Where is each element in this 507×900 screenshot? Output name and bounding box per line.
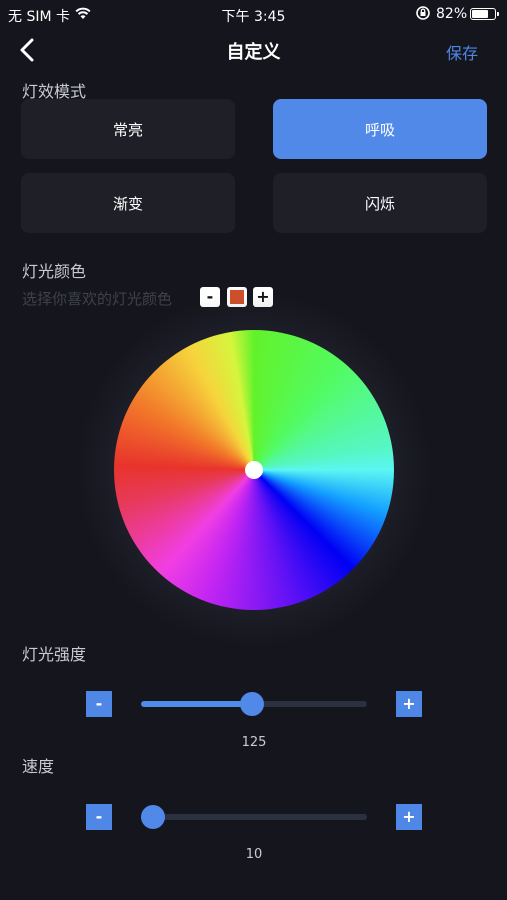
mode-solid-button[interactable]: 常亮 xyxy=(21,99,235,159)
brightness-value: 125 xyxy=(241,735,267,750)
speed-slider-handle[interactable] xyxy=(141,805,165,829)
speed-increase-button[interactable]: + xyxy=(396,804,422,830)
color-wheel[interactable] xyxy=(114,330,394,610)
brightness-label: 灯光强度 xyxy=(22,645,87,664)
mode-flash-button[interactable]: 闪烁 xyxy=(273,173,487,233)
battery-icon xyxy=(470,8,499,20)
color-wheel-selector[interactable] xyxy=(245,461,263,479)
brightness-decrease-button[interactable]: - xyxy=(86,691,112,717)
status-bar: 无 SIM 卡 下午 3:45 82% xyxy=(0,0,507,28)
color-hint: 选择你喜欢的灯光颜色 xyxy=(22,290,173,308)
brightness-slider-handle[interactable] xyxy=(240,692,265,716)
mode-gradient-button[interactable]: 渐变 xyxy=(21,173,235,233)
rotation-lock-icon xyxy=(415,5,431,25)
mode-breathe-button[interactable]: 呼吸 xyxy=(273,99,487,159)
save-button[interactable]: 保存 xyxy=(446,40,478,64)
battery-percent: 82% xyxy=(436,6,468,22)
color-section-label: 灯光颜色 xyxy=(22,262,87,281)
speed-label: 速度 xyxy=(22,757,55,776)
speed-slider-track[interactable] xyxy=(141,814,367,820)
page-title: 自定义 xyxy=(226,42,281,63)
speed-value: 10 xyxy=(245,847,263,862)
speed-decrease-button[interactable]: - xyxy=(86,804,112,830)
brightness-increase-button[interactable]: + xyxy=(396,691,422,717)
